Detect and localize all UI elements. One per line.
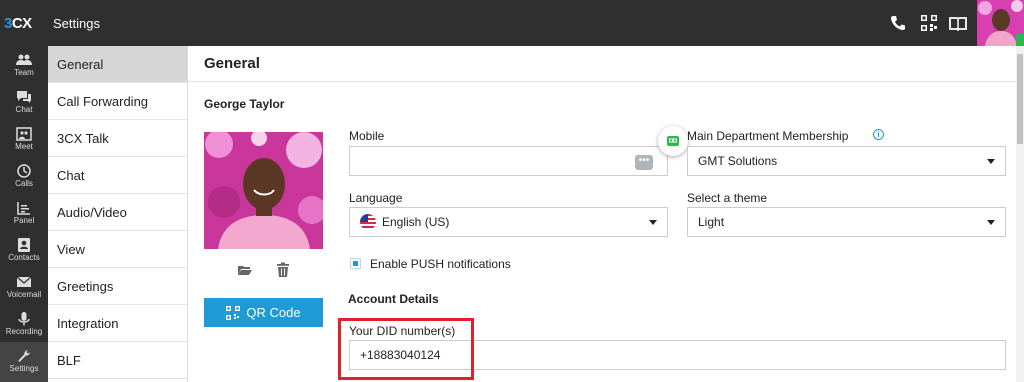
avatar[interactable]	[977, 0, 1024, 46]
app-title: Settings	[53, 16, 100, 31]
rail-item-settings[interactable]: Settings	[0, 342, 48, 382]
wrench-icon	[18, 350, 30, 362]
department-label: Main Department Membership	[687, 129, 849, 143]
nav-item-view[interactable]: View	[48, 231, 187, 268]
profile-photo[interactable]	[204, 132, 323, 249]
highlight-annotation	[338, 318, 474, 380]
rail-item-team[interactable]: Team	[0, 46, 48, 83]
language-label: Language	[349, 191, 403, 205]
nav-item-blf[interactable]: BLF	[48, 342, 187, 379]
rail-item-calls[interactable]: Calls	[0, 157, 48, 194]
mobile-label: Mobile	[349, 129, 385, 143]
presence-status-indicator	[1016, 34, 1024, 46]
nav-item-audio-video[interactable]: Audio/Video	[48, 194, 187, 231]
nav-item-call-forwarding[interactable]: Call Forwarding	[48, 83, 187, 120]
push-notifications-checkbox[interactable]	[350, 258, 361, 269]
settings-navigation: General Call Forwarding 3CX Talk Chat Au…	[48, 46, 188, 382]
qr-code-icon[interactable]	[919, 13, 939, 33]
rail-item-meet[interactable]: Meet	[0, 120, 48, 157]
language-select[interactable]: English (US)	[349, 207, 668, 237]
contacts-icon	[18, 238, 30, 252]
scrollbar[interactable]	[1016, 46, 1024, 382]
meet-icon	[16, 127, 32, 141]
nav-item-chat[interactable]: Chat	[48, 157, 187, 194]
nav-item-greetings[interactable]: Greetings	[48, 268, 187, 305]
qr-code-icon	[226, 305, 241, 320]
folder-open-icon[interactable]	[237, 262, 253, 278]
us-flag-icon	[360, 214, 376, 230]
more-options-icon[interactable]: •••	[635, 155, 653, 170]
app-logo[interactable]: 3CX	[4, 15, 32, 32]
account-details-title: Account Details	[348, 292, 439, 306]
qr-code-button[interactable]: QR Code	[204, 298, 323, 327]
chevron-down-icon	[987, 159, 995, 164]
scrollbar-thumb[interactable]	[1017, 54, 1023, 144]
rail-item-chat[interactable]: Chat	[0, 83, 48, 120]
nav-item-3cx-talk[interactable]: 3CX Talk	[48, 120, 187, 157]
team-icon	[16, 54, 32, 65]
nav-item-integration[interactable]: Integration	[48, 305, 187, 342]
bot-icon[interactable]	[658, 126, 688, 156]
mobile-input[interactable]: •••	[349, 146, 668, 176]
nav-item-general[interactable]: General	[48, 46, 187, 83]
theme-select[interactable]: Light	[687, 207, 1006, 237]
settings-content: General George Taylor QR Code Mobile •••…	[188, 46, 1024, 382]
calls-icon	[17, 164, 31, 178]
trash-icon[interactable]	[275, 262, 291, 278]
phone-icon[interactable]	[888, 13, 908, 33]
user-name: George Taylor	[204, 97, 285, 111]
page-title: General	[204, 55, 260, 72]
main-navigation-rail: Team Chat Meet Calls Panel Contacts Voic…	[0, 46, 48, 382]
department-select[interactable]: GMT Solutions	[687, 146, 1006, 176]
voicemail-icon	[16, 276, 32, 287]
push-notifications-label: Enable PUSH notifications	[370, 257, 511, 271]
theme-label: Select a theme	[687, 191, 768, 205]
rail-item-voicemail[interactable]: Voicemail	[0, 268, 48, 305]
book-icon[interactable]	[948, 13, 968, 33]
rail-item-recording[interactable]: Recording	[0, 305, 48, 342]
rail-item-contacts[interactable]: Contacts	[0, 231, 48, 268]
rail-item-panel[interactable]: Panel	[0, 194, 48, 231]
microphone-icon	[18, 312, 30, 326]
chevron-down-icon	[987, 220, 995, 225]
info-icon[interactable]: i	[873, 129, 884, 140]
panel-icon	[17, 202, 30, 215]
top-bar: 3CX Settings	[0, 0, 1024, 46]
chevron-down-icon	[649, 220, 657, 225]
chat-icon	[17, 91, 31, 103]
content-header: General	[188, 46, 1024, 82]
